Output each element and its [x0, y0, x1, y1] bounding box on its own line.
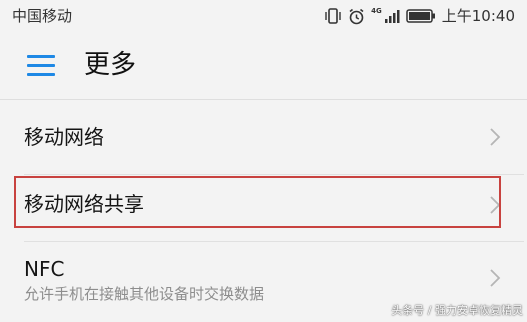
chevron-right-icon	[490, 269, 501, 287]
list-item-label: 移动网络共享	[24, 192, 144, 216]
list-item-tethering[interactable]: 移动网络共享	[0, 175, 527, 241]
battery-icon	[406, 9, 436, 23]
watermark-text: 头条号 / 强力安卓恢复精灵	[391, 304, 523, 317]
list-item-subtitle: 允许手机在接触其他设备时交换数据	[24, 285, 265, 303]
status-time: 上午10:40	[441, 7, 515, 25]
carrier-name: 中国移动	[12, 7, 73, 25]
chevron-right-icon	[490, 128, 501, 146]
list-item-label: NFC	[24, 257, 65, 281]
alarm-icon	[348, 8, 365, 25]
chevron-right-icon	[490, 196, 501, 214]
page-title: 更多	[84, 50, 137, 80]
network-type-label: 4G	[371, 7, 382, 15]
list-item-mobile-network[interactable]: 移动网络	[0, 100, 527, 174]
list-item-label: 移动网络	[24, 125, 104, 149]
signal-icon	[384, 8, 400, 24]
menu-icon[interactable]	[27, 55, 55, 77]
app-header: 更多	[0, 32, 527, 100]
status-bar: 中国移动 4G 上午10:40	[0, 0, 527, 32]
status-icons: 4G 上午10:40	[324, 5, 515, 27]
vibrate-icon	[324, 8, 342, 24]
